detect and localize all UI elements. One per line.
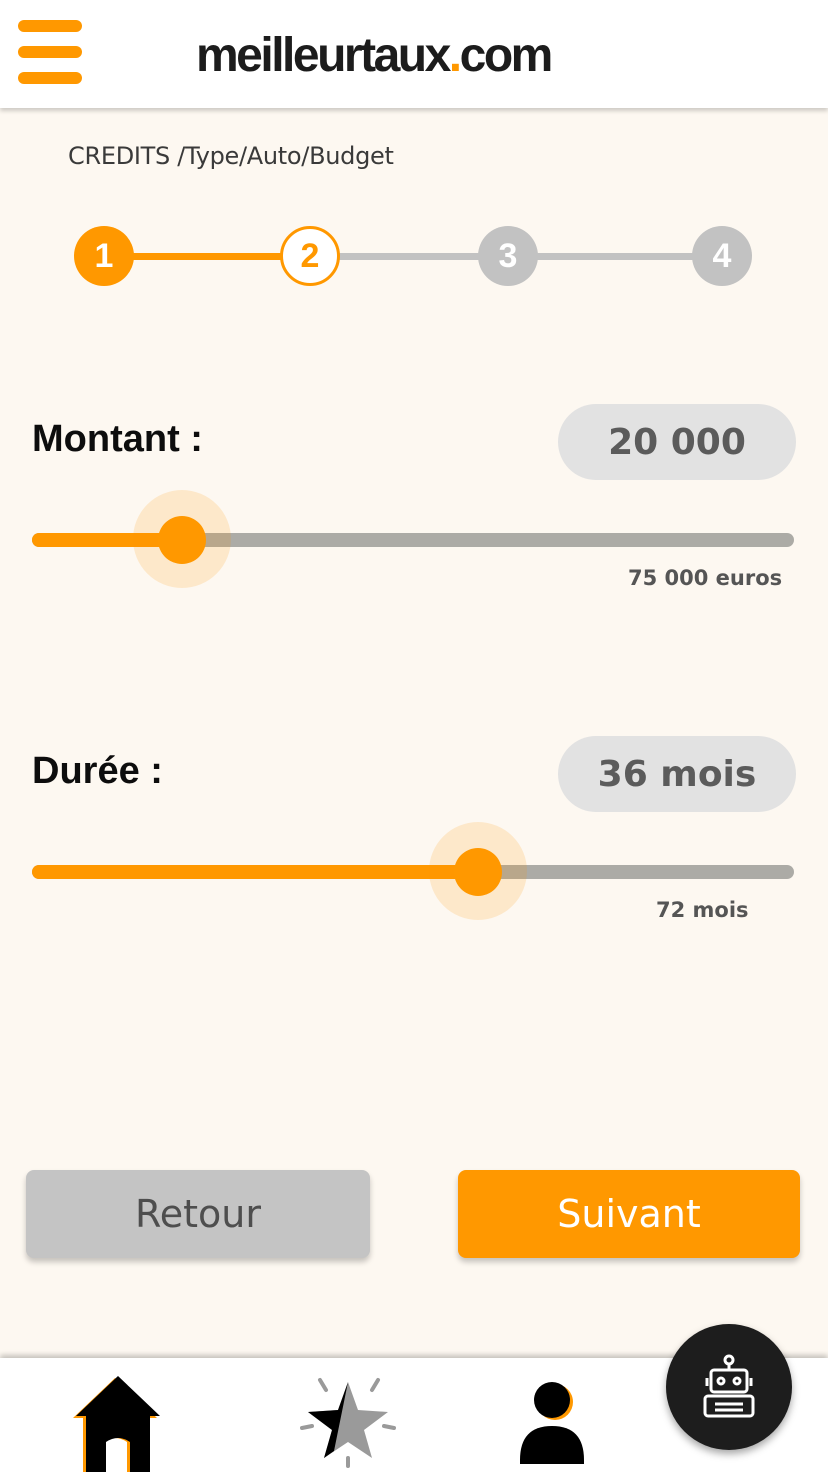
duration-value[interactable]: 36 mois <box>558 736 796 812</box>
step-4: 4 <box>692 226 752 286</box>
logo-tld: com <box>459 29 554 82</box>
amount-slider-thumb[interactable] <box>158 516 206 564</box>
step-1: 1 <box>74 226 134 286</box>
user-icon <box>520 1382 584 1464</box>
logo-main: meilleurtaux <box>196 29 451 82</box>
logo-dot: . <box>448 29 462 82</box>
amount-label: Montant : <box>32 418 203 460</box>
app-header: meilleurtaux.com <box>0 0 828 108</box>
hamburger-menu-icon[interactable] <box>18 20 82 88</box>
duration-max-label: 72 mois <box>656 898 749 922</box>
step-connector-2-3 <box>336 253 482 260</box>
step-connector-1-2 <box>130 253 284 260</box>
step-3: 3 <box>478 226 538 286</box>
breadcrumb: CREDITS /Type/Auto/Budget <box>68 142 394 170</box>
step-connector-3-4 <box>534 253 696 260</box>
assistant-button[interactable] <box>666 1324 792 1450</box>
progress-stepper: 1 2 3 4 <box>0 226 828 288</box>
favorites-star-icon <box>300 1378 396 1468</box>
nav-favorites[interactable] <box>298 1372 398 1472</box>
amount-max-label: 75 000 euros <box>628 566 783 590</box>
step-2: 2 <box>280 226 340 286</box>
duration-label: Durée : <box>32 750 163 792</box>
nav-home[interactable] <box>70 1372 170 1472</box>
next-button[interactable]: Suivant <box>458 1170 800 1258</box>
home-icon <box>73 1376 160 1472</box>
duration-slider-fill <box>32 865 478 879</box>
duration-slider-thumb[interactable] <box>454 848 502 896</box>
amount-value[interactable]: 20 000 <box>558 404 796 480</box>
nav-profile[interactable] <box>502 1372 602 1472</box>
logo[interactable]: meilleurtaux.com <box>196 26 554 86</box>
robot-icon <box>703 1354 755 1418</box>
back-button[interactable]: Retour <box>26 1170 370 1258</box>
